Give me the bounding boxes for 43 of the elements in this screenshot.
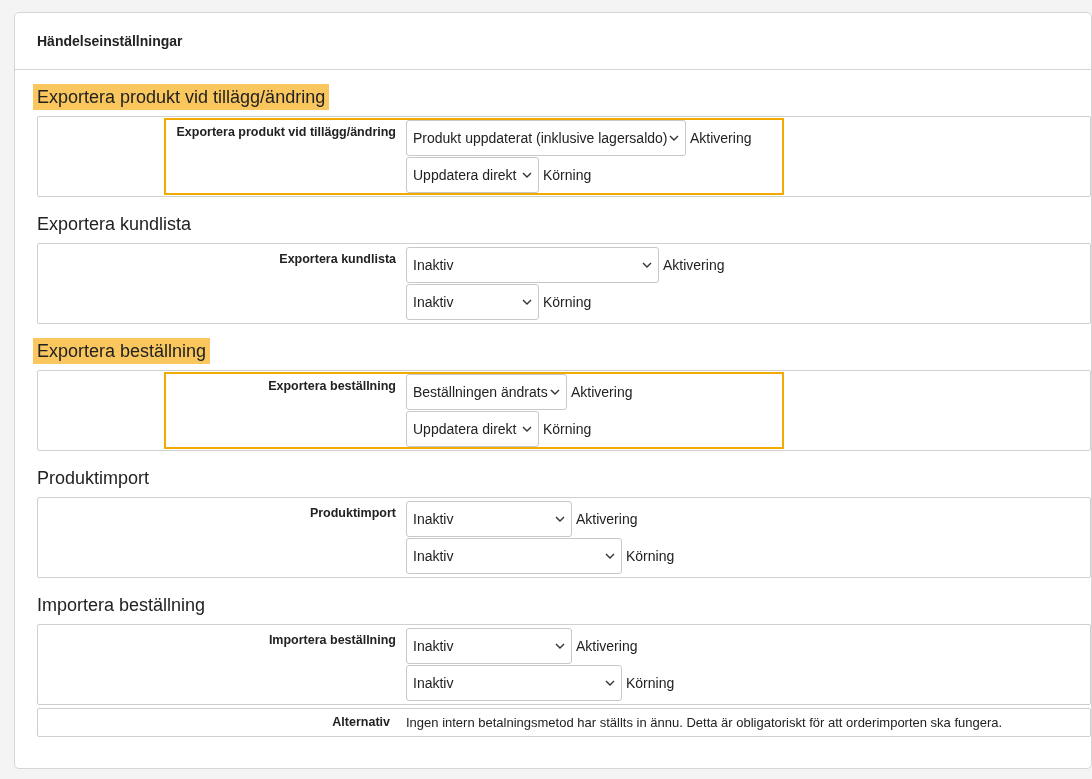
dropdown[interactable]: Produkt uppdaterat (inklusive lagersaldo) [406, 120, 686, 156]
chevron-icon [550, 389, 560, 395]
setting-label: Exportera beställning [267, 378, 397, 395]
chevron-icon [605, 680, 615, 686]
dropdown-caption: Körning [626, 675, 675, 691]
section-heading: Importera beställning [36, 594, 207, 617]
dropdown-caption: Aktivering [576, 638, 638, 654]
chevron-icon [522, 299, 532, 305]
section-heading: Exportera beställning [33, 338, 211, 364]
chevron-icon [555, 643, 565, 649]
chevron-icon [522, 172, 532, 178]
chevron-icon [522, 426, 532, 432]
dropdown-caption: Körning [543, 421, 592, 437]
dropdown-caption: Aktivering [576, 511, 638, 527]
dropdown[interactable]: Inaktiv [406, 628, 572, 664]
dropdown-caption: Körning [626, 548, 675, 564]
dropdown[interactable]: Inaktiv [406, 665, 622, 701]
setting-label: Exportera kundlista [278, 251, 397, 268]
dropdown[interactable]: Uppdatera direkt [406, 157, 539, 193]
dropdown-caption: Aktivering [663, 257, 725, 273]
setting-label: Alternativ [331, 715, 391, 730]
dropdown[interactable]: Inaktiv [406, 538, 622, 574]
setting-label: Exportera produkt vid tillägg/ändring [175, 124, 397, 141]
section-heading: Produktimport [36, 467, 151, 490]
section-heading: Exportera kundlista [36, 213, 193, 236]
setting-label: Produktimport [308, 505, 397, 522]
dropdown-caption: Körning [543, 294, 592, 310]
dropdown[interactable]: Beställningen ändrats [406, 374, 567, 410]
section-heading: Exportera produkt vid tillägg/ändring [33, 84, 330, 110]
chevron-icon [555, 516, 565, 522]
dropdown-caption: Aktivering [571, 384, 633, 400]
setting-label: Importera beställning [267, 632, 397, 649]
dropdown-caption: Körning [543, 167, 592, 183]
dropdown[interactable]: Inaktiv [406, 247, 659, 283]
dropdown[interactable]: Uppdatera direkt [406, 411, 539, 447]
chevron-icon [669, 135, 679, 141]
dropdown[interactable]: Inaktiv [406, 501, 572, 537]
card-title: Händelseinställningar [37, 33, 183, 49]
note-text: Ingen intern betalningsmetod har ställts in ännu. Detta är obligatoriskt för att orderimporten ska fungera. [406, 715, 1003, 730]
dropdown-caption: Aktivering [690, 130, 752, 146]
chevron-icon [642, 262, 652, 268]
dropdown[interactable]: Inaktiv [406, 284, 539, 320]
chevron-icon [605, 553, 615, 559]
